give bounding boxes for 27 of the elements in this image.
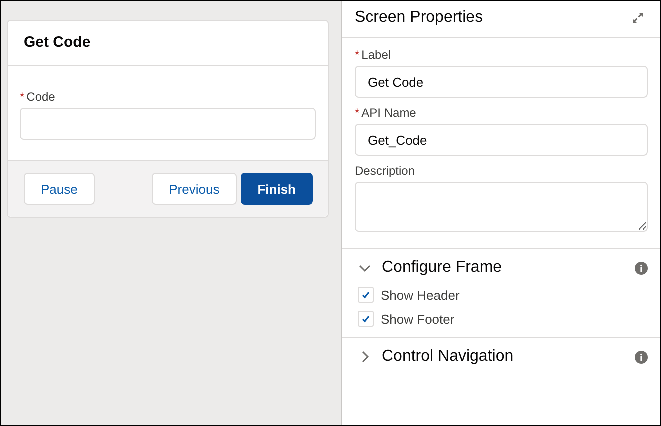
required-mark: * xyxy=(355,106,360,120)
description-field[interactable] xyxy=(355,182,648,232)
previous-button[interactable]: Previous xyxy=(152,173,237,205)
check-icon xyxy=(361,314,371,324)
text-input-field[interactable]: Get Code xyxy=(355,66,648,98)
required-mark: * xyxy=(20,90,25,104)
info-icon[interactable] xyxy=(635,262,648,274)
checkbox[interactable] xyxy=(358,287,374,303)
field-label: Label xyxy=(362,48,392,62)
text-input-field[interactable]: Get_Code xyxy=(355,124,648,156)
section-title[interactable]: Control Navigation xyxy=(382,348,625,366)
checkbox-label: Show Footer xyxy=(381,312,455,326)
pause-button[interactable]: Pause xyxy=(24,173,95,205)
screen-title: Get Code xyxy=(24,34,91,51)
finish-button[interactable]: Finish xyxy=(240,173,313,205)
check-icon xyxy=(361,290,371,300)
field-label: Description xyxy=(355,164,416,178)
panel-title: Screen Properties xyxy=(355,9,484,27)
expand-icon[interactable] xyxy=(632,12,644,24)
checkbox[interactable] xyxy=(358,311,374,327)
required-mark: * xyxy=(355,48,360,62)
code-input-field[interactable] xyxy=(20,108,316,140)
field-label: Code xyxy=(26,90,56,104)
checkbox-label: Show Header xyxy=(381,288,460,302)
section-title[interactable]: Configure Frame xyxy=(382,259,625,277)
info-icon[interactable] xyxy=(635,350,648,364)
field-label: API Name xyxy=(362,106,416,120)
